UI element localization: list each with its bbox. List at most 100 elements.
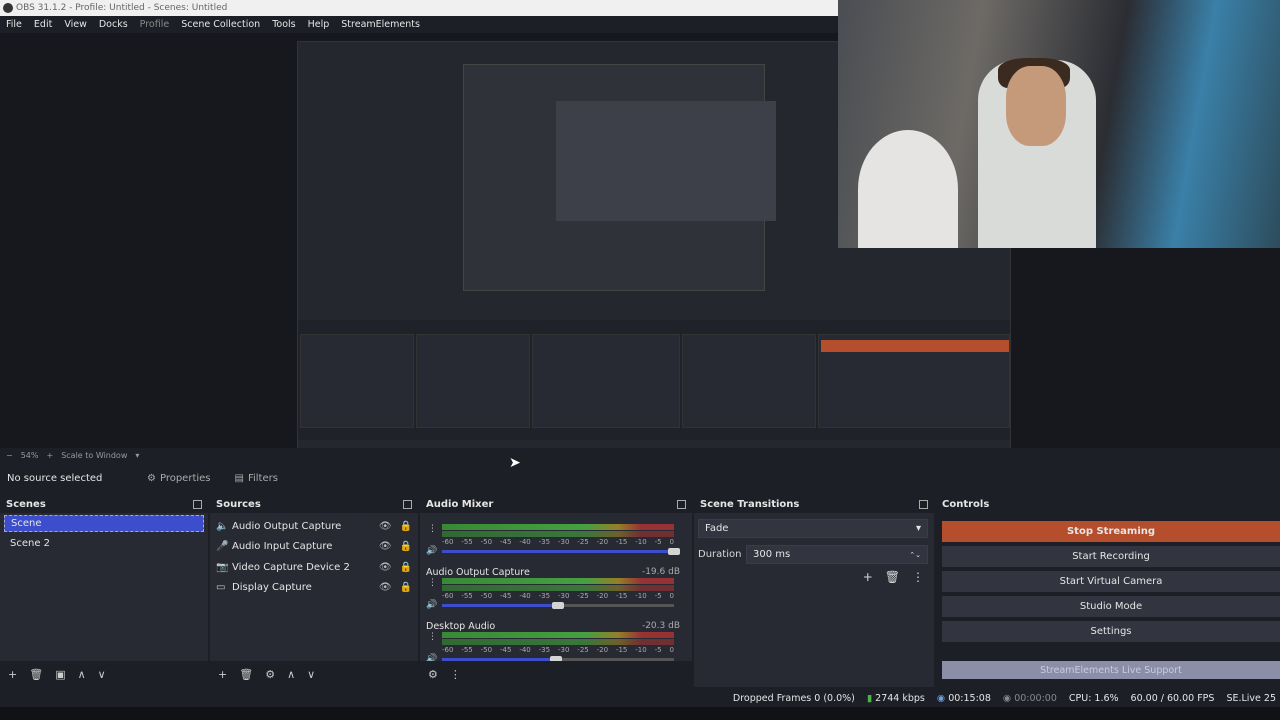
filters-button[interactable]: ▤ Filters [235,473,278,484]
tick-label: -10 [635,646,647,654]
menu-view[interactable]: View [58,16,93,33]
zoom-in-icon[interactable]: + [46,451,53,460]
remove-transition-icon[interactable]: 🗑 [885,570,900,584]
move-down-icon[interactable]: ∨ [98,668,106,681]
tick-label: -45 [499,646,512,654]
channel-db: -20.3 dB [641,621,680,631]
undock-icon[interactable] [403,499,412,509]
source-properties-icon[interactable]: ⚙ [265,668,275,681]
transition-menu-icon[interactable]: ⋮ [912,570,924,584]
move-up-icon[interactable]: ∧ [287,668,295,681]
lock-icon[interactable]: 🔒 [400,562,412,573]
scenes-title: Scenes [6,498,46,510]
undock-icon[interactable] [677,499,686,509]
menu-edit[interactable]: Edit [28,16,58,33]
lock-icon[interactable]: 🔒 [400,582,412,593]
transitions-title: Scene Transitions [700,498,800,510]
mixer-title: Audio Mixer [426,498,494,510]
source-toolbar: No source selected ⚙ Properties ▤ Filter… [0,466,1280,490]
tick-label: -15 [615,646,628,654]
channel-name: Audio Output Capture [426,567,530,578]
fader-knob[interactable] [668,548,680,555]
start-virtual-camera-button[interactable]: Start Virtual Camera [942,571,1280,592]
channel-menu-icon[interactable]: ⋮ [428,578,437,588]
stream-icon: ◉ [936,692,946,704]
sources-title: Sources [216,498,261,510]
add-transition-icon[interactable]: + [863,570,873,584]
source-row[interactable]: 🎤 Audio Input Capture 👁 🔒 [210,537,418,558]
properties-button[interactable]: ⚙ Properties [147,473,211,484]
record-icon: ◉ [1002,692,1012,704]
undock-icon[interactable] [193,499,202,509]
menu-file[interactable]: File [0,16,28,33]
signal-icon: ▮ [866,692,873,704]
menu-help[interactable]: Help [302,16,336,33]
speaker-icon: 🔈 [216,520,229,532]
menu-profile[interactable]: Profile [134,16,176,33]
speaker-icon[interactable]: 🔊 [426,546,437,556]
mixer-channel: Audio Output Capture -19.6 dB ⋮ -60 -55 -50 -4… [420,567,692,621]
webcam-overlay [838,0,1280,248]
scene-filters-icon[interactable]: ▣ [55,668,65,681]
tick-label: -35 [538,538,551,546]
volume-fader[interactable] [442,550,674,553]
window-titlebar: OBS 31.1.2 - Profile: Untitled - Scenes:… [0,0,838,16]
tick-label: -35 [538,646,551,654]
studio-mode-button[interactable]: Studio Mode [942,596,1280,617]
scene-item-scene-2[interactable]: Scene 2 [4,534,204,553]
scene-item-scene[interactable]: Scene [4,515,204,532]
source-row[interactable]: 📷 Video Capture Device 2 👁 🔒 [210,557,418,578]
tick-label: -45 [499,538,512,546]
tick-label: -25 [577,592,589,600]
lock-icon[interactable]: 🔒 [400,541,412,552]
tick-label: -30 [557,538,570,546]
mixer-menu-icon[interactable]: ⋮ [450,668,461,681]
eye-icon[interactable]: 👁 [379,582,392,593]
streamelements-support-button[interactable]: StreamElements Live Support [942,661,1280,679]
tick-label: -45 [499,592,512,600]
tick-label: -50 [480,592,493,600]
move-up-icon[interactable]: ∧ [78,668,86,681]
scale-mode-select[interactable]: Scale to Window [61,451,127,460]
lock-icon[interactable]: 🔒 [400,521,412,532]
tick-label: -40 [519,538,531,546]
preview-zoom-bar: − 54% + Scale to Window ▾ [0,448,1280,462]
add-source-icon[interactable]: + [218,668,227,681]
menu-tools[interactable]: Tools [266,16,301,33]
move-down-icon[interactable]: ∨ [307,668,315,681]
eye-icon[interactable]: 👁 [379,521,392,532]
monitor-icon: ▭ [216,582,226,594]
advanced-audio-icon[interactable]: ⚙ [428,668,438,681]
source-row[interactable]: ▭ Display Capture 👁 🔒 [210,578,418,599]
mixer-channels: ⋮ -60 -55 -50 -45 -40 -35 -30 -25 -20 -15 -10 -5 0 🔊 Au… [420,513,692,675]
eye-icon[interactable]: 👁 [379,562,392,573]
remove-scene-icon[interactable]: 🗑 [29,668,43,681]
channel-menu-icon[interactable]: ⋮ [428,632,437,642]
source-row[interactable]: 🔈 Audio Output Capture 👁 🔒 [210,516,418,537]
menu-docks[interactable]: Docks [93,16,134,33]
tick-label: 0 [669,646,674,654]
sources-dock: Sources 🔈 Audio Output Capture 👁 🔒 🎤 Aud… [210,495,418,687]
tick-label: -55 [461,538,473,546]
zoom-out-icon[interactable]: − [6,451,13,460]
tick-label: 0 [669,592,674,600]
remove-source-icon[interactable]: 🗑 [239,668,253,681]
tick-label: -60 [442,592,454,600]
menu-scene-collection[interactable]: Scene Collection [175,16,266,33]
speaker-icon[interactable]: 🔊 [426,600,437,610]
eye-icon[interactable]: 👁 [379,541,392,552]
os-taskbar [0,707,1280,720]
settings-button[interactable]: Settings [942,621,1280,642]
chevron-down-icon[interactable]: ▾ [135,451,139,460]
transition-select[interactable]: Fade ▾ [698,519,928,538]
start-recording-button[interactable]: Start Recording [942,546,1280,567]
stop-streaming-button[interactable]: Stop Streaming [942,521,1280,542]
nested-screenshot [463,64,776,291]
add-scene-icon[interactable]: + [8,668,17,681]
tick-label: -20 [596,538,609,546]
undock-icon[interactable] [919,499,928,509]
duration-spinbox[interactable]: 300 ms ⌃⌄ [746,545,928,564]
channel-menu-icon[interactable]: ⋮ [428,524,437,534]
fader-knob[interactable] [552,602,564,609]
menu-streamelements[interactable]: StreamElements [335,16,426,33]
